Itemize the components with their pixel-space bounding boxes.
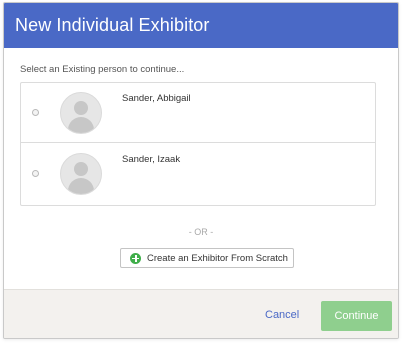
plus-circle-icon (130, 252, 141, 264)
continue-button[interactable]: Continue (321, 301, 392, 331)
dialog-body: Select an Existing person to continue...… (4, 48, 398, 289)
dialog-footer: Cancel Continue (4, 289, 398, 338)
person-radio[interactable] (32, 109, 39, 116)
person-name: Sander, Izaak (122, 154, 181, 165)
person-row-abbigail[interactable]: Sander, Abbigail (21, 83, 375, 143)
person-radio[interactable] (32, 170, 39, 177)
dialog-header: New Individual Exhibitor (4, 3, 398, 48)
person-list: Sander, Abbigail Sander, Izaak (20, 82, 376, 206)
create-from-scratch-label: Create an Exhibitor From Scratch (147, 252, 288, 264)
instruction-text: Select an Existing person to continue... (20, 64, 185, 75)
create-from-scratch-button[interactable]: Create an Exhibitor From Scratch (120, 248, 294, 268)
default-avatar-icon (60, 92, 102, 134)
or-divider: - OR - (188, 227, 214, 237)
new-exhibitor-dialog: New Individual Exhibitor Select an Exist… (3, 2, 399, 339)
person-row-izaak[interactable]: Sander, Izaak (21, 144, 375, 204)
person-name: Sander, Abbigail (122, 93, 191, 104)
cancel-button[interactable]: Cancel (265, 309, 299, 321)
dialog-title: New Individual Exhibitor (15, 15, 210, 35)
default-avatar-icon (60, 153, 102, 195)
